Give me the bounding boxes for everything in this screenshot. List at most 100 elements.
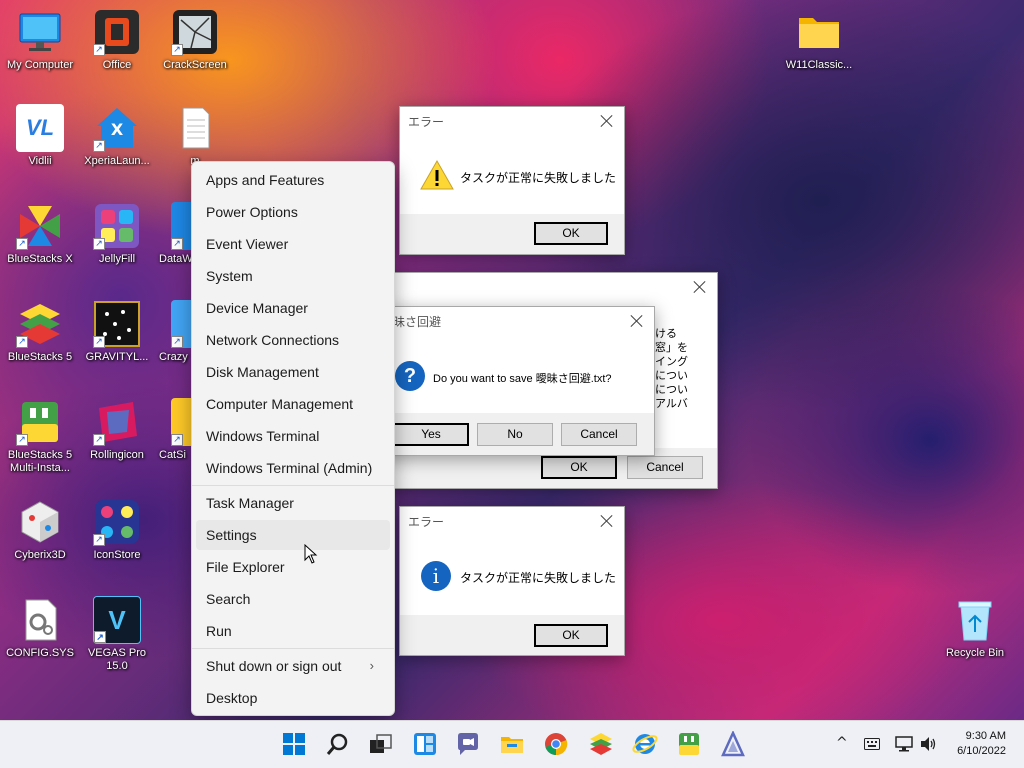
widgets-icon[interactable] bbox=[412, 731, 438, 757]
task-view-icon[interactable] bbox=[368, 731, 394, 757]
desktop-icon-label: XperiaLaun... bbox=[84, 155, 150, 167]
menu-item-apps-and-features[interactable]: Apps and Features bbox=[196, 165, 390, 195]
desktop-icon-label: BlueStacks 5 bbox=[7, 351, 73, 363]
menu-item-settings[interactable]: Settings bbox=[196, 520, 390, 550]
menu-item-windows-terminal-admin[interactable]: Windows Terminal (Admin) bbox=[196, 453, 390, 483]
cancel-button[interactable]: Cancel bbox=[627, 456, 703, 479]
xperia-icon: X ↗ bbox=[93, 104, 141, 152]
ok-button[interactable]: OK bbox=[534, 624, 608, 647]
menu-item-disk-management[interactable]: Disk Management bbox=[196, 357, 390, 387]
info-icon: i bbox=[421, 561, 451, 591]
bluestacks-icon: ↗ bbox=[16, 300, 64, 348]
tray-overflow-chevron-icon[interactable]: ^ bbox=[836, 735, 848, 751]
clock-time: 9:30 AM bbox=[965, 730, 1006, 742]
menu-item-system[interactable]: System bbox=[196, 261, 390, 291]
menu-item-event-viewer[interactable]: Event Viewer bbox=[196, 229, 390, 259]
dialog-message: タスクが正常に失敗しました bbox=[460, 171, 617, 185]
internet-explorer-icon[interactable] bbox=[632, 731, 658, 757]
dialog-title: エラー bbox=[408, 515, 445, 529]
menu-item-power-options[interactable]: Power Options bbox=[196, 197, 390, 227]
rollingicon-icon: ↗ bbox=[93, 398, 141, 446]
dialog-message: Do you want to save 曖昧さ回避.txt? bbox=[433, 373, 612, 385]
desktop-icon-label: CrackScreen bbox=[163, 59, 227, 71]
desktop-icon-bluestacks-multi[interactable]: ↗ BlueStacks 5 Multi-Insta... bbox=[0, 398, 80, 475]
desktop-icon-text-file[interactable]: m bbox=[155, 104, 235, 168]
dialog-text-line: ける bbox=[655, 328, 677, 340]
save-dialog: 昧さ回避 ? Do you want to save 曖昧さ回避.txt? Ye… bbox=[384, 306, 655, 456]
menu-item-run[interactable]: Run bbox=[196, 616, 390, 646]
desktop-icon-label: Cyberix3D bbox=[14, 549, 66, 561]
desktop-icon-jellyfill[interactable]: ↗ JellyFill bbox=[77, 202, 157, 266]
desktop-icon-label: GRAVITYL... bbox=[85, 351, 149, 363]
desktop-icon-iconstore[interactable]: ↗ IconStore bbox=[77, 498, 157, 562]
desktop-icon-label: W11Classic... bbox=[785, 59, 853, 71]
dialog-message: タスクが正常に失敗しました bbox=[460, 571, 617, 585]
chevron-right-icon: › bbox=[369, 658, 374, 673]
desktop-icon-xperia[interactable]: X ↗ XperiaLaun... bbox=[77, 104, 157, 168]
close-icon[interactable] bbox=[693, 280, 707, 294]
cancel-button[interactable]: Cancel bbox=[561, 423, 637, 446]
desktop: My Computer VL Vidlii ↗ BlueStacks X ↗ B… bbox=[0, 0, 1024, 720]
dialog-text-line: イング bbox=[655, 356, 688, 368]
search-icon[interactable] bbox=[325, 731, 351, 757]
menu-item-shut-down[interactable]: Shut down or sign out › bbox=[196, 651, 390, 681]
desktop-icon-crackscreen[interactable]: ↗ CrackScreen bbox=[155, 8, 235, 72]
dialog-text-line: 窓」を bbox=[655, 342, 688, 354]
menu-item-task-manager[interactable]: Task Manager bbox=[196, 488, 390, 518]
desktop-icon-vegas[interactable]: V ↗ VEGAS Pro 15.0 bbox=[77, 596, 157, 673]
desktop-icon-config-sys[interactable]: CONFIG.SYS bbox=[0, 596, 80, 660]
taskbar-clock[interactable]: 9:30 AM 6/10/2022 bbox=[957, 729, 1006, 759]
file-explorer-icon[interactable] bbox=[499, 731, 525, 757]
dialog-footer: OK bbox=[400, 615, 624, 655]
app-icon[interactable] bbox=[720, 729, 746, 757]
office-icon: ↗ bbox=[93, 8, 141, 56]
start-icon[interactable] bbox=[281, 731, 307, 757]
desktop-icon-bluestacks-5[interactable]: ↗ BlueStacks 5 bbox=[0, 300, 80, 364]
chat-icon[interactable] bbox=[455, 731, 481, 757]
keyboard-icon[interactable] bbox=[864, 738, 880, 750]
desktop-icon-label: BlueStacks 5 Multi-Insta... bbox=[7, 449, 73, 474]
desktop-icon-vidlii[interactable]: VL Vidlii bbox=[0, 104, 80, 168]
ok-button[interactable]: OK bbox=[534, 222, 608, 245]
desktop-icon-gravity[interactable]: ↗ GRAVITYL... bbox=[77, 300, 157, 364]
config-file-icon bbox=[16, 596, 64, 644]
desktop-icon-office[interactable]: ↗ Office bbox=[77, 8, 157, 72]
volume-icon[interactable] bbox=[920, 736, 938, 752]
menu-item-search[interactable]: Search bbox=[196, 584, 390, 614]
vegas-icon: V ↗ bbox=[93, 596, 141, 644]
desktop-icon-recycle-bin[interactable]: Recycle Bin bbox=[935, 596, 1015, 660]
desktop-icon-label: BlueStacks X bbox=[7, 253, 73, 265]
menu-item-file-explorer[interactable]: File Explorer bbox=[196, 552, 390, 582]
ok-button[interactable]: OK bbox=[541, 456, 617, 479]
close-icon[interactable] bbox=[600, 514, 614, 528]
menu-item-desktop[interactable]: Desktop bbox=[196, 683, 390, 713]
recycle-bin-icon bbox=[951, 596, 999, 644]
dialog-footer: OK bbox=[400, 214, 624, 254]
desktop-icon-w11classic[interactable]: W11Classic... bbox=[779, 8, 859, 72]
close-icon[interactable] bbox=[600, 114, 614, 128]
error-dialog-info: エラー i タスクが正常に失敗しました OK bbox=[399, 506, 625, 656]
yes-button[interactable]: Yes bbox=[393, 423, 469, 446]
menu-item-computer-management[interactable]: Computer Management bbox=[196, 389, 390, 419]
dialog-titlebar: エラー bbox=[400, 107, 624, 137]
bluestacks-icon[interactable] bbox=[588, 731, 614, 757]
menu-item-windows-terminal[interactable]: Windows Terminal bbox=[196, 421, 390, 451]
desktop-icon-label: My Computer bbox=[6, 59, 74, 71]
dialog-title: エラー bbox=[408, 115, 445, 129]
desktop-icon-cyberix3d[interactable]: Cyberix3D bbox=[0, 498, 80, 562]
taskbar: ^ 9:30 AM 6/10/2022 bbox=[0, 720, 1024, 768]
no-button[interactable]: No bbox=[477, 423, 553, 446]
network-icon[interactable] bbox=[895, 736, 913, 752]
menu-item-device-manager[interactable]: Device Manager bbox=[196, 293, 390, 323]
menu-item-network-connections[interactable]: Network Connections bbox=[196, 325, 390, 355]
jellyfill-icon: ↗ bbox=[93, 202, 141, 250]
desktop-icon-rollingicon[interactable]: ↗ Rollingicon bbox=[77, 398, 157, 462]
close-icon[interactable] bbox=[630, 314, 644, 328]
chrome-icon[interactable] bbox=[543, 731, 569, 757]
desktop-icon-my-computer[interactable]: My Computer bbox=[0, 8, 80, 72]
desktop-icon-label: Office bbox=[102, 59, 132, 71]
iconstore-icon: ↗ bbox=[93, 498, 141, 546]
desktop-icon-bluestacks-x[interactable]: ↗ BlueStacks X bbox=[0, 202, 80, 266]
dialog-text-line: アルバ bbox=[655, 398, 688, 410]
bluestacks-multi-icon[interactable] bbox=[676, 731, 702, 757]
